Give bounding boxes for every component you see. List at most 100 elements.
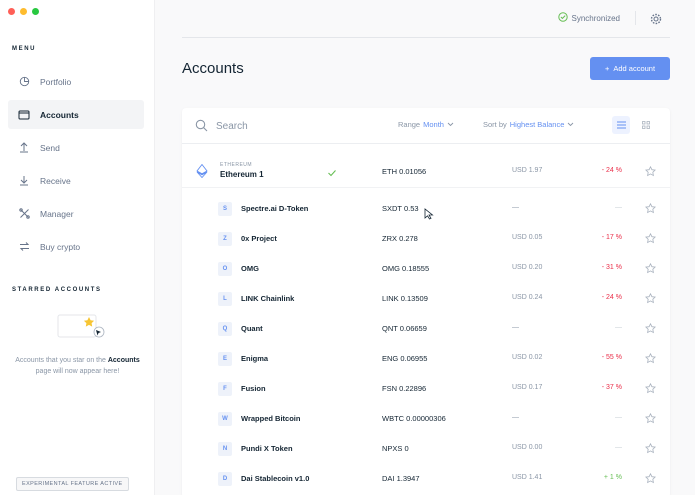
sidebar-item-receive[interactable]: Receive — [8, 166, 144, 195]
token-change: — — [615, 324, 622, 331]
zoom-window-button[interactable] — [32, 8, 39, 15]
sync-status-label: Synchronized — [571, 13, 620, 23]
token-usd-value: USD 0.00 — [512, 444, 543, 451]
page-title: Accounts — [182, 60, 244, 77]
star-icon[interactable] — [645, 232, 656, 244]
token-change: - 55 % — [601, 354, 622, 361]
token-row[interactable]: Q Quant QNT 0.06659 — — — [182, 314, 670, 344]
token-name: 0x Project — [241, 234, 277, 243]
search-input[interactable] — [216, 117, 376, 135]
token-letter-icon: E — [218, 352, 232, 366]
add-account-label: Add account — [613, 64, 656, 73]
token-letter-icon: D — [218, 472, 232, 486]
token-change: - 24 % — [601, 294, 622, 301]
token-row[interactable]: O OMG OMG 0.18555 USD 0.20 - 31 % — [182, 254, 670, 284]
sidebar-item-label: Accounts — [40, 109, 79, 120]
token-usd-value: — — [512, 204, 519, 211]
accounts-card: Range Month Sort by Highest Balance ETHE… — [182, 108, 670, 495]
token-letter-icon: S — [218, 202, 232, 216]
sidebar-item-buy-crypto[interactable]: Buy crypto — [8, 232, 144, 261]
star-icon[interactable] — [645, 262, 656, 274]
token-balance: FSN 0.22896 — [382, 384, 427, 393]
token-change: + 1 % — [603, 474, 622, 481]
token-letter-icon: Z — [218, 232, 232, 246]
portfolio-pie-icon — [18, 76, 30, 88]
token-letter-icon: F — [218, 382, 232, 396]
star-icon[interactable] — [645, 202, 656, 214]
token-balance: SXDT 0.53 — [382, 204, 419, 213]
sort-filter[interactable]: Sort by Highest Balance — [483, 120, 574, 129]
token-change: — — [615, 444, 622, 451]
token-letter-icon: Q — [218, 322, 232, 336]
token-letter-icon: O — [218, 262, 232, 276]
sidebar-item-manager[interactable]: Manager — [8, 199, 144, 228]
token-row[interactable]: D Dai Stablecoin v1.0 DAI 1.3947 USD 1.41 + … — [182, 464, 670, 494]
star-icon[interactable] — [645, 442, 656, 454]
chevron-down-icon — [447, 120, 454, 129]
token-name: Enigma — [241, 354, 269, 363]
account-values: ETH 0.01056 USD 1.97 - 24 % — [182, 154, 670, 188]
chevron-down-icon — [567, 120, 574, 129]
sidebar-item-label: Receive — [40, 175, 71, 186]
sidebar-item-accounts[interactable]: Accounts — [8, 100, 144, 129]
grid-view-icon[interactable] — [637, 116, 655, 134]
token-usd-value: USD 0.24 — [512, 294, 543, 301]
add-account-button[interactable]: + Add account — [590, 57, 670, 80]
token-row[interactable]: N Pundi X Token NPXS 0 USD 0.00 — — [182, 434, 670, 464]
token-row[interactable]: W Wrapped Bitcoin WBTC 0.00000306 — — — [182, 404, 670, 434]
token-usd-value: USD 1.41 — [512, 474, 543, 481]
topbar-divider — [635, 11, 636, 25]
token-balance: ZRX 0.278 — [382, 234, 418, 243]
sidebar-item-portfolio[interactable]: Portfolio — [8, 67, 144, 96]
token-row[interactable]: F Fusion FSN 0.22896 USD 0.17 - 37 % — [182, 374, 670, 404]
account-usd-value: USD 1.97 — [512, 167, 543, 174]
token-name: LINK Chainlink — [241, 294, 295, 303]
starred-empty-text: Accounts that you star on the Accounts p… — [15, 357, 140, 375]
token-change: - 17 % — [601, 234, 622, 241]
token-row[interactable]: L LINK Chainlink LINK 0.13509 USD 0.24 - 24 … — [182, 284, 670, 314]
sidebar-item-label: Manager — [40, 208, 74, 219]
sidebar-item-label: Buy crypto — [40, 241, 81, 252]
star-icon[interactable] — [645, 472, 656, 484]
sync-status[interactable]: Synchronized — [557, 12, 620, 24]
token-letter-icon: W — [218, 412, 232, 426]
list-view-icon[interactable] — [612, 116, 630, 134]
token-row[interactable]: E Enigma ENG 0.06955 USD 0.02 - 55 % — [182, 344, 670, 374]
star-icon[interactable] — [645, 412, 656, 424]
search-icon — [195, 119, 208, 132]
token-balance: QNT 0.06659 — [382, 324, 427, 333]
token-usd-value: USD 0.02 — [512, 354, 543, 361]
token-row[interactable]: Z 0x Project ZRX 0.278 USD 0.05 - 17 % — [182, 224, 670, 254]
star-icon[interactable] — [645, 165, 656, 177]
gear-icon[interactable] — [650, 12, 662, 25]
experimental-feature-badge[interactable]: EXPERIMENTAL FEATURE ACTIVE — [16, 477, 129, 491]
star-icon[interactable] — [645, 382, 656, 394]
minimize-window-button[interactable] — [20, 8, 27, 15]
range-filter[interactable]: Range Month — [398, 120, 454, 129]
token-usd-value: USD 0.20 — [512, 264, 543, 271]
account-balance: ETH 0.01056 — [382, 167, 427, 176]
account-row-ethereum[interactable]: ETHEREUM Ethereum 1 ETH 0.01056 USD 1.97… — [182, 154, 670, 188]
account-change: - 24 % — [601, 167, 622, 174]
token-balance: OMG 0.18555 — [382, 264, 430, 273]
token-usd-value: USD 0.05 — [512, 234, 543, 241]
token-name: Spectre.ai D-Token — [241, 204, 309, 213]
window-controls — [8, 8, 39, 15]
token-balance: LINK 0.13509 — [382, 294, 428, 303]
token-balance: ENG 0.06955 — [382, 354, 428, 363]
star-icon[interactable] — [645, 322, 656, 334]
starred-accounts-title: STARRED ACCOUNTS — [12, 287, 102, 293]
close-window-button[interactable] — [8, 8, 15, 15]
starred-empty-illustration — [52, 305, 108, 345]
token-name: Wrapped Bitcoin — [241, 414, 301, 423]
star-icon[interactable] — [645, 292, 656, 304]
token-change: — — [615, 204, 622, 211]
accounts-toolbar: Range Month Sort by Highest Balance — [182, 108, 670, 144]
token-change: - 37 % — [601, 384, 622, 391]
mouse-cursor-icon — [424, 207, 434, 220]
token-name: Pundi X Token — [241, 444, 293, 453]
token-name: Fusion — [241, 384, 266, 393]
exchange-icon — [18, 241, 30, 253]
star-icon[interactable] — [645, 352, 656, 364]
sidebar-item-send[interactable]: Send — [8, 133, 144, 162]
